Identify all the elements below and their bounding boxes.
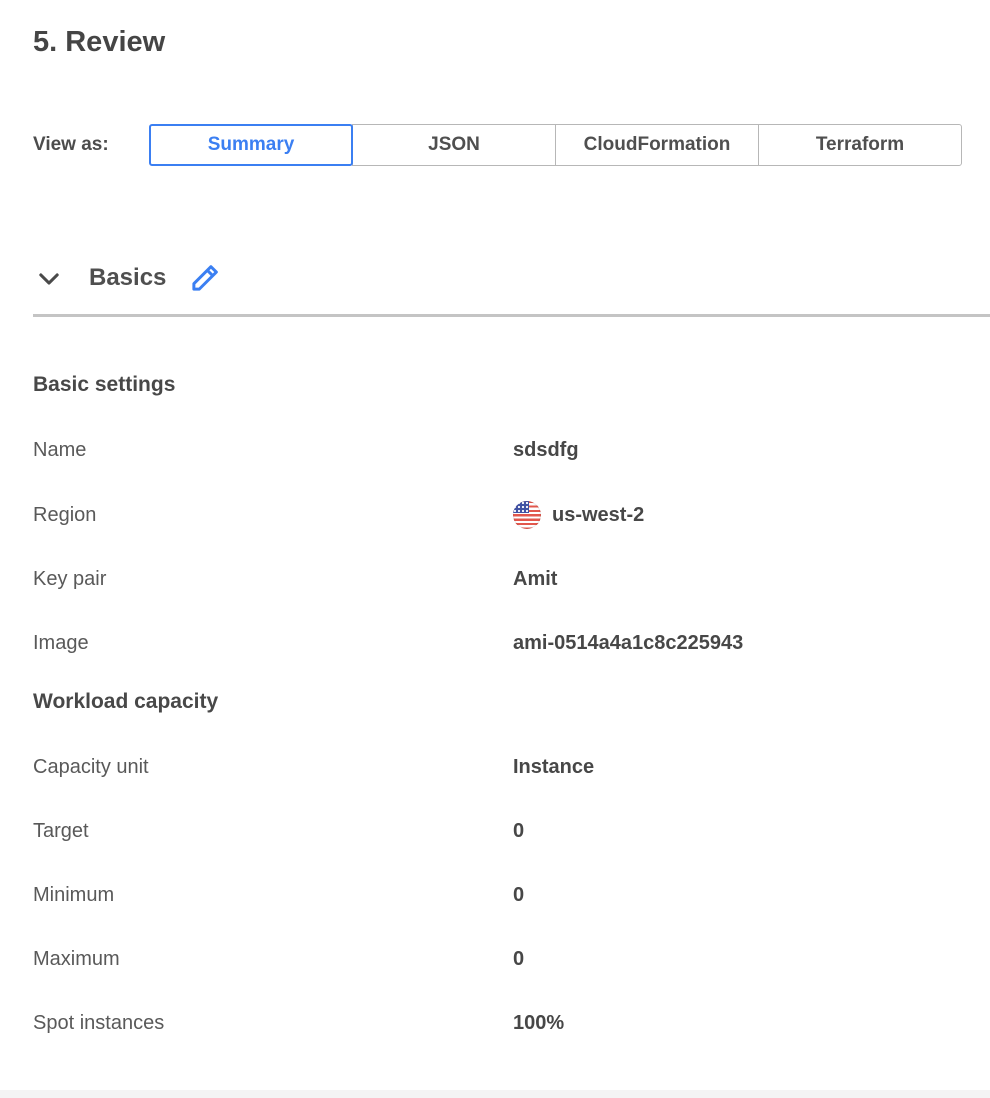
page-title: 5. Review bbox=[33, 26, 165, 59]
summary-groups: Basic settings Namesdsdfg Region us-west-2 K… bbox=[0, 317, 743, 1037]
row-label: Image bbox=[33, 632, 513, 655]
flag-canton bbox=[513, 501, 529, 513]
row-value-text: Amit bbox=[513, 568, 557, 591]
group-title: Basic settings bbox=[33, 371, 175, 398]
row-value: 0 bbox=[513, 948, 524, 971]
row-value: Instance bbox=[513, 756, 594, 779]
view-as-tabs: SummaryJSONCloudFormationTerraform bbox=[149, 124, 962, 166]
row-value-text: sdsdfg bbox=[513, 439, 579, 462]
summary-row: Namesdsdfg bbox=[33, 437, 579, 464]
group-title: Workload capacity bbox=[33, 688, 218, 715]
summary-row: Capacity unitInstance bbox=[33, 754, 594, 781]
summary-row: Region us-west-2 bbox=[33, 501, 644, 529]
row-label: Minimum bbox=[33, 884, 513, 907]
row-value-text: ami-0514a4a1c8c225943 bbox=[513, 632, 743, 655]
row-value: Amit bbox=[513, 568, 557, 591]
bottom-section-divider bbox=[0, 1090, 990, 1098]
view-as-row: View as: SummaryJSONCloudFormationTerraf… bbox=[33, 124, 962, 166]
row-value-text: 100% bbox=[513, 1012, 564, 1035]
row-label: Maximum bbox=[33, 948, 513, 971]
row-value: ami-0514a4a1c8c225943 bbox=[513, 632, 743, 655]
section-title: Basics bbox=[89, 264, 166, 292]
tab-cloudformation[interactable]: CloudFormation bbox=[555, 124, 759, 166]
row-label: Target bbox=[33, 820, 513, 843]
row-value-text: 0 bbox=[513, 948, 524, 971]
row-value-text: Instance bbox=[513, 756, 594, 779]
view-as-label: View as: bbox=[33, 134, 149, 156]
summary-row: Spot instances100% bbox=[33, 1010, 564, 1037]
summary-row: Key pairAmit bbox=[33, 566, 557, 593]
summary-row: Minimum0 bbox=[33, 882, 524, 909]
row-value: 0 bbox=[513, 884, 524, 907]
row-value: us-west-2 bbox=[513, 501, 644, 529]
tab-terraform[interactable]: Terraform bbox=[758, 124, 962, 166]
summary-row: Imageami-0514a4a1c8c225943 bbox=[33, 630, 743, 657]
row-label: Spot instances bbox=[33, 1012, 513, 1035]
row-label: Key pair bbox=[33, 568, 513, 591]
review-page: 5. Review View as: SummaryJSONCloudForma… bbox=[0, 0, 990, 1037]
row-label: Capacity unit bbox=[33, 756, 513, 779]
basics-section-header[interactable]: Basics bbox=[33, 262, 221, 293]
row-value-text: 0 bbox=[513, 884, 524, 907]
us-flag-icon bbox=[513, 501, 541, 529]
row-value: 100% bbox=[513, 1012, 564, 1035]
row-label: Name bbox=[33, 439, 513, 462]
tab-summary[interactable]: Summary bbox=[149, 124, 353, 166]
chevron-down-icon[interactable] bbox=[35, 265, 63, 293]
settings-group: Workload capacity Capacity unitInstance Ta… bbox=[0, 657, 743, 1037]
row-value-text: 0 bbox=[513, 820, 524, 843]
settings-group: Basic settings Namesdsdfg Region us-west-2 K… bbox=[0, 317, 743, 657]
summary-row: Target0 bbox=[33, 818, 524, 845]
edit-pencil-icon[interactable] bbox=[190, 262, 221, 293]
row-value: 0 bbox=[513, 820, 524, 843]
summary-row: Maximum0 bbox=[33, 946, 524, 973]
tab-json[interactable]: JSON bbox=[352, 124, 556, 166]
row-value: sdsdfg bbox=[513, 439, 579, 462]
row-label: Region bbox=[33, 504, 513, 527]
row-value-text: us-west-2 bbox=[552, 504, 644, 527]
